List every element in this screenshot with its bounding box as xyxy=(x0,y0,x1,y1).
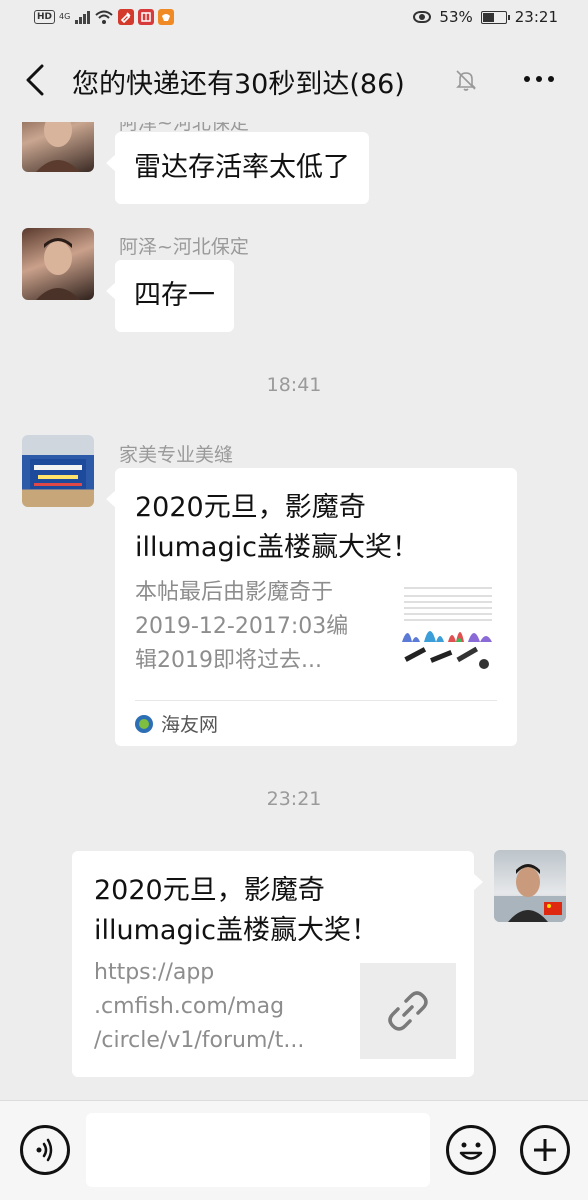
message-input[interactable] xyxy=(86,1113,430,1187)
card-title-line: 2020元旦，影魔奇 xyxy=(94,875,325,906)
card-thumbnail xyxy=(400,580,496,676)
emoji-icon[interactable] xyxy=(446,1125,496,1175)
signal-icon xyxy=(75,10,91,24)
network-label: 4G xyxy=(59,12,71,21)
card-source: 海友网 xyxy=(135,700,497,746)
card-title-line: 2020元旦，影魔奇 xyxy=(135,492,366,523)
card-description-line: .cmfish.com/mag xyxy=(94,994,285,1019)
card-title-line: illumagic盖楼赢大奖！ xyxy=(94,915,378,946)
message-bubble[interactable]: 雷达存活率太低了 xyxy=(106,132,369,204)
status-bar: HD 4G 53% 23:21 xyxy=(0,0,588,38)
my-avatar[interactable] xyxy=(494,850,566,922)
link-card[interactable]: 2020元旦，影魔奇 illumagic盖楼赢大奖！ 本帖最后由影魔奇于 201… xyxy=(106,468,517,746)
avatar[interactable] xyxy=(22,228,94,300)
status-right: 53% 23:21 xyxy=(413,8,558,26)
card-description-line: 辑2019即将过去... xyxy=(135,648,322,673)
mute-bell-icon xyxy=(456,70,476,91)
message-bubble[interactable]: 四存一 xyxy=(106,260,234,332)
chat-area[interactable]: 阿泽~河北保定 雷达存活率太低了 阿泽~河北保定 四存一 18:41 家美专业美… xyxy=(0,122,588,1100)
sender-name: 家美专业美缝 xyxy=(119,444,234,466)
chat-header: 您的快递还有30秒到达(86) xyxy=(0,38,588,122)
wifi-icon xyxy=(95,10,113,24)
avatar[interactable] xyxy=(22,435,94,507)
card-description-line: https://app xyxy=(94,960,215,985)
battery-fill xyxy=(482,12,494,22)
plus-icon[interactable] xyxy=(520,1125,570,1175)
link-icon xyxy=(388,991,428,1031)
card-description-line: /circle/v1/forum/t... xyxy=(94,1028,305,1053)
app-notification-icon xyxy=(118,9,135,25)
source-logo-icon xyxy=(135,714,153,733)
card-source-name: 海友网 xyxy=(161,714,219,736)
status-left: HD 4G xyxy=(34,9,175,25)
battery-percent: 53% xyxy=(439,8,473,26)
message-text: 雷达存活率太低了 xyxy=(134,152,350,183)
chat-title: 您的快递还有30秒到达(86) xyxy=(72,69,405,100)
input-bar xyxy=(0,1100,588,1200)
hd-badge: HD xyxy=(34,10,56,24)
more-icon[interactable] xyxy=(524,76,554,82)
avatar[interactable] xyxy=(22,122,94,172)
link-thumbnail xyxy=(360,963,456,1059)
sender-name: 阿泽~河北保定 xyxy=(119,236,249,258)
card-title-line: illumagic盖楼赢大奖！ xyxy=(135,532,419,563)
back-icon[interactable] xyxy=(22,64,52,96)
timestamp: 23:21 xyxy=(266,788,322,810)
message-text: 四存一 xyxy=(134,280,215,311)
card-description-line: 本帖最后由影魔奇于 xyxy=(135,580,334,605)
voice-icon[interactable] xyxy=(20,1125,70,1175)
battery-icon xyxy=(480,10,510,24)
card-description-line: 2019-12-2017:03编 xyxy=(135,614,349,639)
shop-app-icon xyxy=(158,9,175,25)
eye-comfort-icon xyxy=(413,11,432,23)
status-time: 23:21 xyxy=(514,8,558,26)
timestamp: 18:41 xyxy=(266,374,322,396)
book-app-icon xyxy=(138,9,155,25)
link-card[interactable]: 2020元旦，影魔奇 illumagic盖楼赢大奖！ https://app .… xyxy=(72,851,483,1077)
